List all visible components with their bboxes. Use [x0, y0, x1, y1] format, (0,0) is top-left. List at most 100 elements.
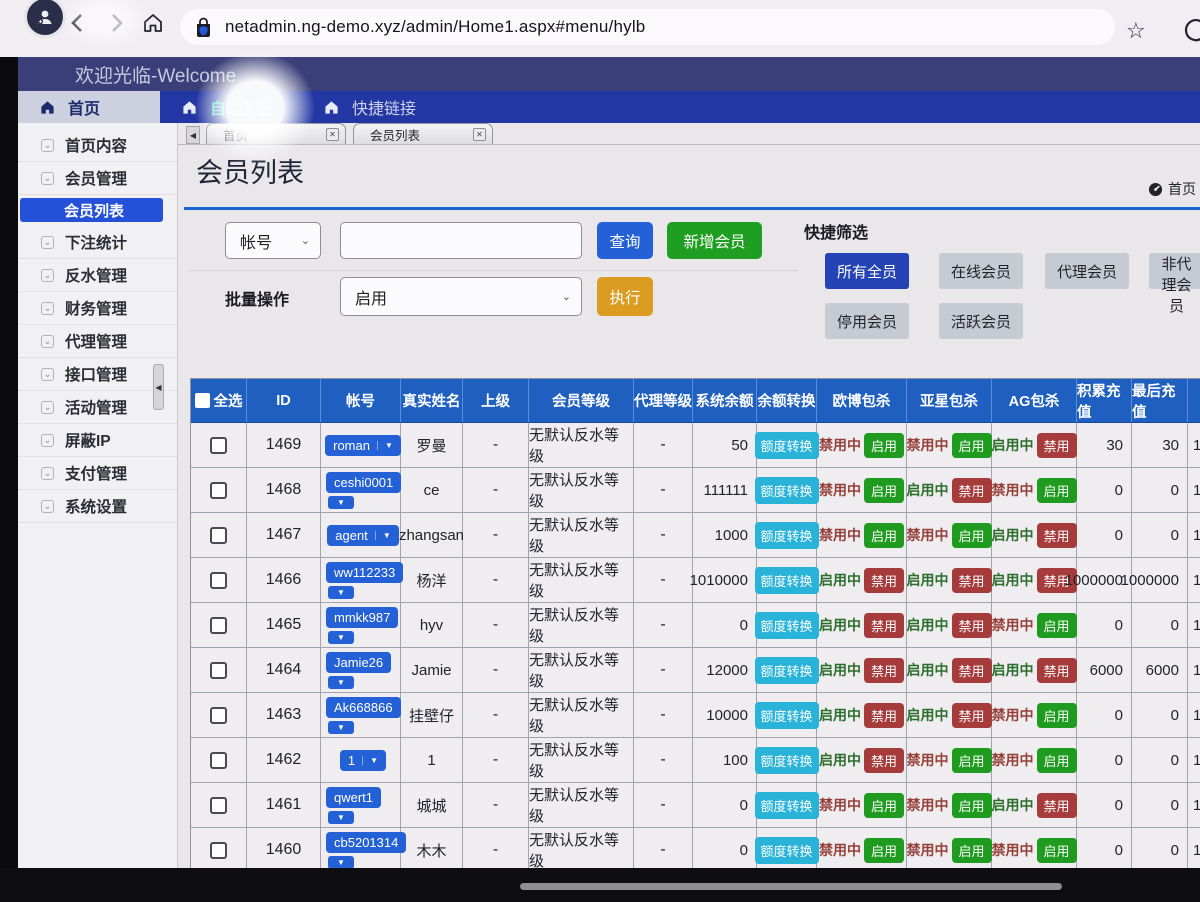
quick-filter-button[interactable]: 停用会员 [825, 303, 909, 339]
bookmark-star-icon[interactable]: ☆ [1126, 18, 1146, 44]
search-field-select[interactable]: 帐号 ⌄ [225, 222, 321, 259]
batch-action-select[interactable]: 启用 ⌄ [340, 277, 582, 316]
account-dropdown-icon[interactable]: ▼ [377, 441, 393, 450]
account-pill[interactable]: cb5201314 [326, 832, 406, 853]
ag-disable-button[interactable]: 禁用 [1037, 793, 1077, 818]
account-pill[interactable]: Ak668866 [326, 697, 401, 718]
quota-transfer-button[interactable]: 额度转换 [755, 837, 819, 864]
row-checkbox[interactable] [210, 707, 227, 724]
account-pill[interactable]: qwert1 [326, 787, 381, 808]
select-all-checkbox[interactable] [195, 393, 210, 408]
sidebar-item[interactable]: ⌄ 支付管理 [18, 457, 177, 490]
quota-transfer-button[interactable]: 额度转换 [755, 792, 819, 819]
back-icon[interactable] [66, 12, 88, 34]
ag-disable-button[interactable]: 禁用 [1037, 658, 1077, 683]
yaxing-enable-button[interactable]: 启用 [952, 748, 992, 773]
yaxing-disable-button[interactable]: 禁用 [952, 613, 992, 638]
yaxing-disable-button[interactable]: 禁用 [952, 658, 992, 683]
account-dropdown-icon[interactable]: ▼ [362, 756, 378, 765]
quota-transfer-button[interactable]: 额度转换 [755, 522, 819, 549]
account-dropdown-icon[interactable]: ▼ [328, 631, 354, 644]
quota-transfer-button[interactable]: 额度转换 [755, 432, 819, 459]
quota-transfer-button[interactable]: 额度转换 [755, 657, 819, 684]
oubo-disable-button[interactable]: 禁用 [864, 568, 904, 593]
row-checkbox[interactable] [210, 752, 227, 769]
oubo-enable-button[interactable]: 启用 [864, 793, 904, 818]
sidebar-item[interactable]: ⌄ 屏蔽IP [18, 424, 177, 457]
nav-tab[interactable]: 首页 [18, 91, 160, 123]
query-button[interactable]: 查询 [597, 222, 653, 259]
account-pill[interactable]: mmkk987 [326, 607, 398, 628]
nav-tab[interactable]: 自助买分 [160, 91, 302, 123]
quota-transfer-button[interactable]: 额度转换 [755, 612, 819, 639]
forward-icon[interactable] [106, 12, 128, 34]
quick-filter-button[interactable]: 代理会员 [1045, 253, 1129, 289]
sidebar-item[interactable]: ⌄ 反水管理 [18, 259, 177, 292]
sidebar-item[interactable]: ⌄ 系统设置 [18, 490, 177, 523]
ag-enable-button[interactable]: 启用 [1037, 838, 1077, 863]
oubo-enable-button[interactable]: 启用 [864, 838, 904, 863]
yaxing-disable-button[interactable]: 禁用 [952, 703, 992, 728]
close-icon[interactable]: ✕ [326, 128, 339, 141]
row-checkbox[interactable] [210, 482, 227, 499]
account-pill[interactable]: roman▼ [325, 435, 401, 456]
ag-disable-button[interactable]: 禁用 [1037, 523, 1077, 548]
oubo-disable-button[interactable]: 禁用 [864, 703, 904, 728]
document-tab[interactable]: 首页 ✕ [206, 123, 346, 144]
row-checkbox[interactable] [210, 437, 227, 454]
account-dropdown-icon[interactable]: ▼ [375, 531, 391, 540]
quota-transfer-button[interactable]: 额度转换 [755, 567, 819, 594]
account-pill[interactable]: agent▼ [327, 525, 398, 546]
account-dropdown-icon[interactable]: ▼ [328, 856, 354, 869]
account-pill[interactable]: ww112233 [326, 562, 403, 583]
row-checkbox[interactable] [210, 662, 227, 679]
row-checkbox[interactable] [210, 797, 227, 814]
oubo-enable-button[interactable]: 启用 [864, 433, 904, 458]
yaxing-enable-button[interactable]: 启用 [952, 838, 992, 863]
oubo-disable-button[interactable]: 禁用 [864, 658, 904, 683]
oubo-enable-button[interactable]: 启用 [864, 523, 904, 548]
quick-filter-button[interactable]: 活跃会员 [939, 303, 1023, 339]
account-dropdown-icon[interactable]: ▼ [328, 496, 354, 509]
close-icon[interactable]: ✕ [473, 128, 486, 141]
horizontal-scrollbar[interactable] [520, 883, 1062, 890]
account-dropdown-icon[interactable]: ▼ [328, 676, 354, 689]
yaxing-enable-button[interactable]: 启用 [952, 433, 992, 458]
ag-enable-button[interactable]: 启用 [1037, 748, 1077, 773]
ag-enable-button[interactable]: 启用 [1037, 478, 1077, 503]
search-input[interactable] [340, 222, 582, 259]
account-dropdown-icon[interactable]: ▼ [328, 811, 354, 824]
breadcrumb[interactable]: 首页 [1148, 179, 1196, 199]
row-checkbox[interactable] [210, 617, 227, 634]
oubo-disable-button[interactable]: 禁用 [864, 748, 904, 773]
sidebar-item[interactable]: ⌄ 首页内容 [18, 129, 177, 162]
sidebar-collapse-handle[interactable]: ◀ [153, 364, 164, 410]
account-dropdown-icon[interactable]: ▼ [328, 586, 354, 599]
home-icon[interactable] [142, 12, 164, 34]
sidebar-item[interactable]: ⌄ 下注统计 [18, 226, 177, 259]
oubo-enable-button[interactable]: 启用 [864, 478, 904, 503]
execute-button[interactable]: 执行 [597, 277, 653, 316]
quick-filter-button[interactable]: 在线会员 [939, 253, 1023, 289]
sidebar-item[interactable]: 会员列表 [20, 198, 163, 222]
ag-disable-button[interactable]: 禁用 [1037, 433, 1077, 458]
quick-filter-button[interactable]: 非代理会员 [1149, 253, 1200, 289]
account-dropdown-icon[interactable]: ▼ [328, 721, 354, 734]
account-pill[interactable]: ceshi0001 [326, 472, 401, 493]
ag-enable-button[interactable]: 启用 [1037, 613, 1077, 638]
yaxing-enable-button[interactable]: 启用 [952, 793, 992, 818]
quota-transfer-button[interactable]: 额度转换 [755, 477, 819, 504]
account-pill[interactable]: Jamie26 [326, 652, 391, 673]
ag-enable-button[interactable]: 启用 [1037, 703, 1077, 728]
refresh-icon[interactable] [1182, 16, 1200, 44]
sidebar-item[interactable]: ⌄ 财务管理 [18, 292, 177, 325]
row-checkbox[interactable] [210, 572, 227, 589]
sidebar-item[interactable]: ⌄ 会员管理 [18, 162, 177, 195]
yaxing-enable-button[interactable]: 启用 [952, 523, 992, 548]
quick-filter-button[interactable]: 所有全员 [825, 253, 909, 289]
add-member-button[interactable]: 新增会员 [667, 222, 762, 259]
row-checkbox[interactable] [210, 527, 227, 544]
sidebar-item[interactable]: ⌄ 代理管理 [18, 325, 177, 358]
address-bar[interactable]: netadmin.ng-demo.xyz/admin/Home1.aspx#me… [180, 9, 1115, 45]
tabstrip-left-arrow-icon[interactable]: ◀ [186, 126, 200, 144]
